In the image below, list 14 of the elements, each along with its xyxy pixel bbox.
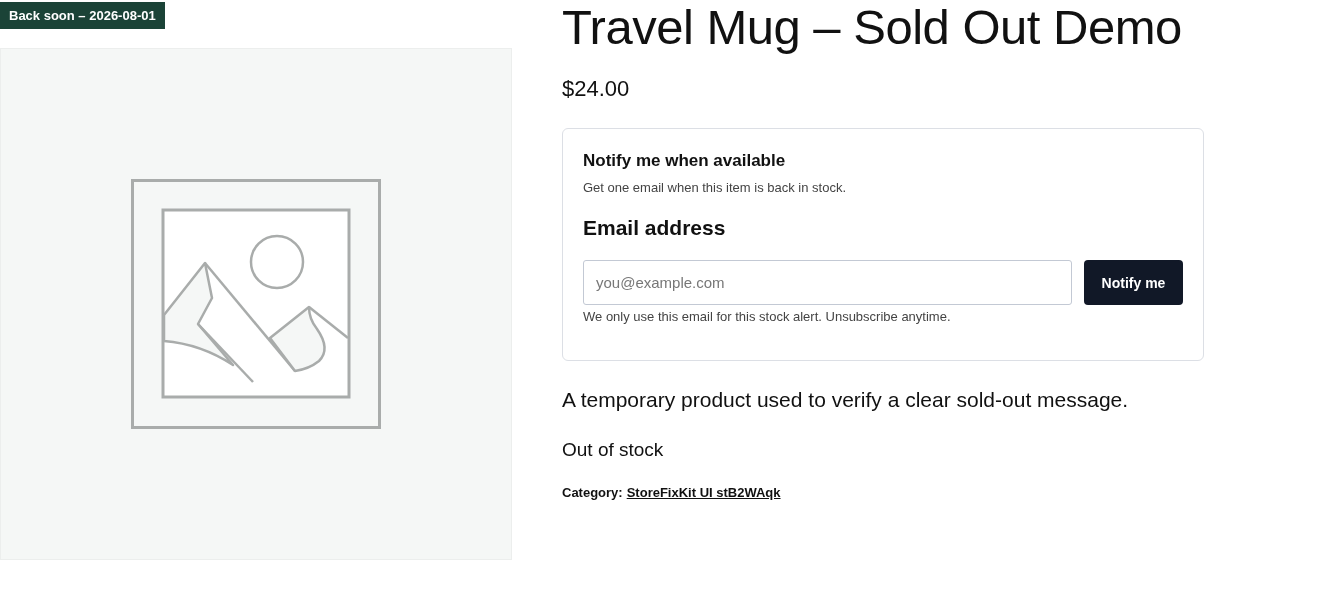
- privacy-note: We only use this email for this stock alert. Unsubscribe anytime.: [583, 308, 951, 326]
- product-price: $24.00: [562, 75, 630, 103]
- notify-me-button[interactable]: Notify me: [1084, 260, 1183, 305]
- notify-subtext: Get one email when this item is back in stock.: [583, 179, 846, 197]
- product-title: Travel Mug – Sold Out Demo: [562, 0, 1182, 55]
- category-label: Category:: [562, 484, 623, 502]
- image-placeholder-icon: [131, 179, 381, 429]
- back-soon-badge: Back soon – 2026-08-01: [0, 2, 165, 29]
- stock-status: Out of stock: [562, 438, 664, 462]
- category-link[interactable]: StoreFixKit UI stB2WAqk: [626, 483, 781, 503]
- email-input-field[interactable]: you@example.com: [583, 260, 1072, 305]
- email-label: Email address: [583, 215, 726, 241]
- product-description: A temporary product used to verify a clear sold-out message.: [562, 387, 1129, 413]
- notify-heading: Notify me when available: [583, 150, 786, 172]
